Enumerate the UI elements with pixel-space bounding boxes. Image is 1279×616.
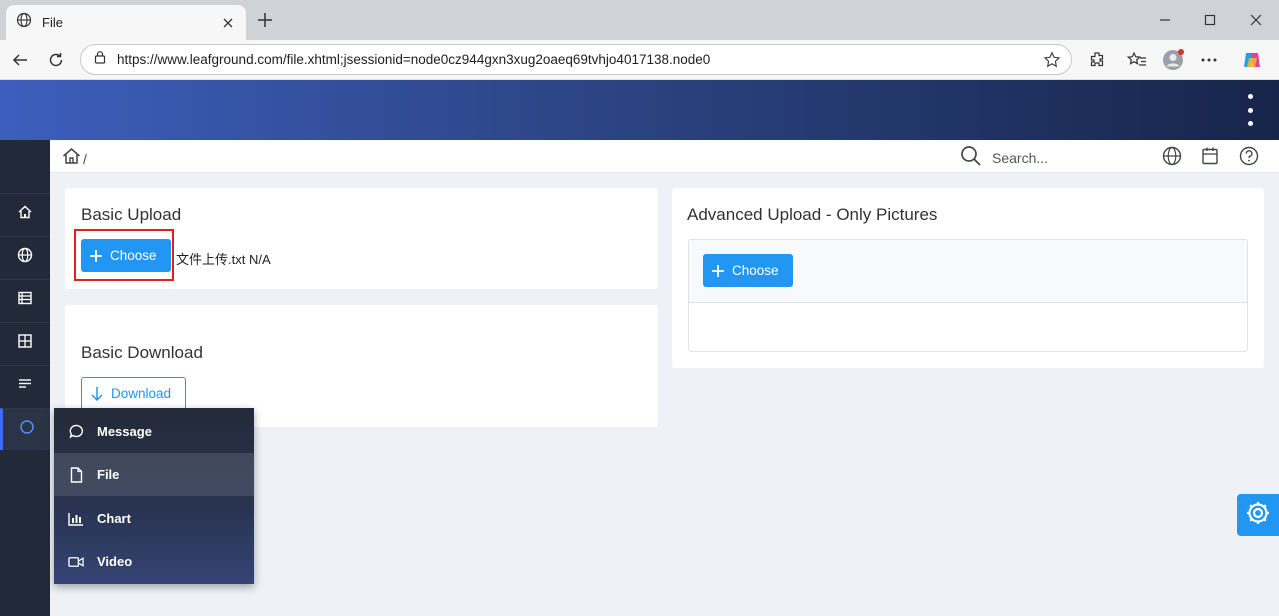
home-icon[interactable] (62, 147, 81, 170)
plus-icon (90, 249, 102, 262)
sidebar-item-grid[interactable] (0, 322, 50, 364)
chart-icon (68, 511, 84, 527)
gear-icon (1244, 499, 1272, 532)
favorites-icon[interactable] (1125, 48, 1149, 72)
advanced-choose-button[interactable]: Choose (703, 254, 793, 287)
more-options-icon[interactable] (1197, 48, 1221, 72)
video-icon (68, 554, 84, 570)
advanced-choose-label: Choose (732, 263, 779, 278)
copilot-icon[interactable] (1240, 48, 1264, 72)
choose-file-button[interactable]: Choose (81, 239, 171, 272)
submenu-item-chart[interactable]: Chart (54, 497, 254, 540)
submenu-item-message[interactable]: Message (54, 410, 254, 453)
submenu-item-label: File (97, 467, 120, 482)
sidebar-item-browser[interactable] (0, 236, 50, 278)
browser-toolbar: https://www.leafground.com/file.xhtml;js… (0, 40, 1279, 80)
grid-icon (17, 333, 33, 354)
globe-icon[interactable] (1162, 146, 1182, 166)
settings-button[interactable] (1237, 494, 1279, 536)
help-icon[interactable] (1239, 146, 1259, 166)
url-text: https://www.leafground.com/file.xhtml;js… (117, 52, 711, 67)
close-tab-icon[interactable] (220, 15, 236, 31)
sidebar-item-table[interactable] (0, 279, 50, 321)
plus-icon (712, 264, 724, 277)
kebab-menu-icon[interactable] (1243, 94, 1257, 126)
browser-tab[interactable]: File (6, 5, 246, 40)
submenu-item-video[interactable]: Video (54, 540, 254, 583)
download-arrow-icon (91, 386, 103, 401)
sidebar-item-forms[interactable] (0, 365, 50, 407)
submenu-item-file[interactable]: File (54, 453, 254, 496)
sidebar-item-misc[interactable] (0, 408, 50, 450)
home-icon (17, 204, 33, 225)
app-header (0, 80, 1279, 140)
calendar-icon[interactable] (1200, 146, 1220, 166)
basic-download-title: Basic Download (81, 343, 203, 362)
circle-icon (19, 419, 35, 440)
submenu-item-label: Message (97, 424, 152, 439)
choose-file-label: Choose (110, 248, 157, 263)
favorite-star-icon[interactable] (1043, 51, 1061, 74)
advanced-upload-title: Advanced Upload - Only Pictures (687, 205, 938, 224)
search-icon[interactable] (960, 145, 982, 172)
chat-icon (68, 424, 84, 440)
back-arrow-icon[interactable] (8, 48, 32, 72)
refresh-icon[interactable] (44, 48, 68, 72)
basic-upload-title: Basic Upload (81, 205, 182, 224)
extensions-icon[interactable] (1085, 48, 1109, 72)
file-icon (68, 466, 84, 483)
address-bar[interactable]: https://www.leafground.com/file.xhtml;js… (80, 44, 1072, 75)
globe-icon (17, 247, 33, 268)
close-window-icon[interactable] (1246, 10, 1266, 30)
submenu-item-label: Chart (97, 511, 131, 526)
browser-tab-bar: File (0, 0, 1279, 40)
profile-avatar[interactable] (1161, 48, 1185, 72)
text-lines-icon (17, 376, 33, 397)
sidebar-item-home[interactable] (0, 193, 50, 235)
lock-icon[interactable] (93, 50, 107, 69)
search-input[interactable] (992, 147, 1142, 169)
list-table-icon (17, 290, 33, 311)
new-tab-icon[interactable] (256, 11, 274, 29)
breadcrumb: / (50, 140, 1279, 173)
selected-file-name: 文件上传.txt N/A (176, 252, 271, 267)
misc-submenu: Message File Chart Video (54, 408, 254, 584)
sidebar (0, 140, 50, 616)
download-button[interactable]: Download (81, 377, 187, 410)
minimize-icon[interactable] (1155, 10, 1175, 30)
submenu-item-label: Video (97, 554, 133, 569)
download-label: Download (111, 386, 172, 401)
maximize-icon[interactable] (1200, 10, 1220, 30)
breadcrumb-separator: / (83, 150, 87, 167)
globe-icon (16, 12, 32, 33)
tab-title: File (42, 15, 63, 30)
